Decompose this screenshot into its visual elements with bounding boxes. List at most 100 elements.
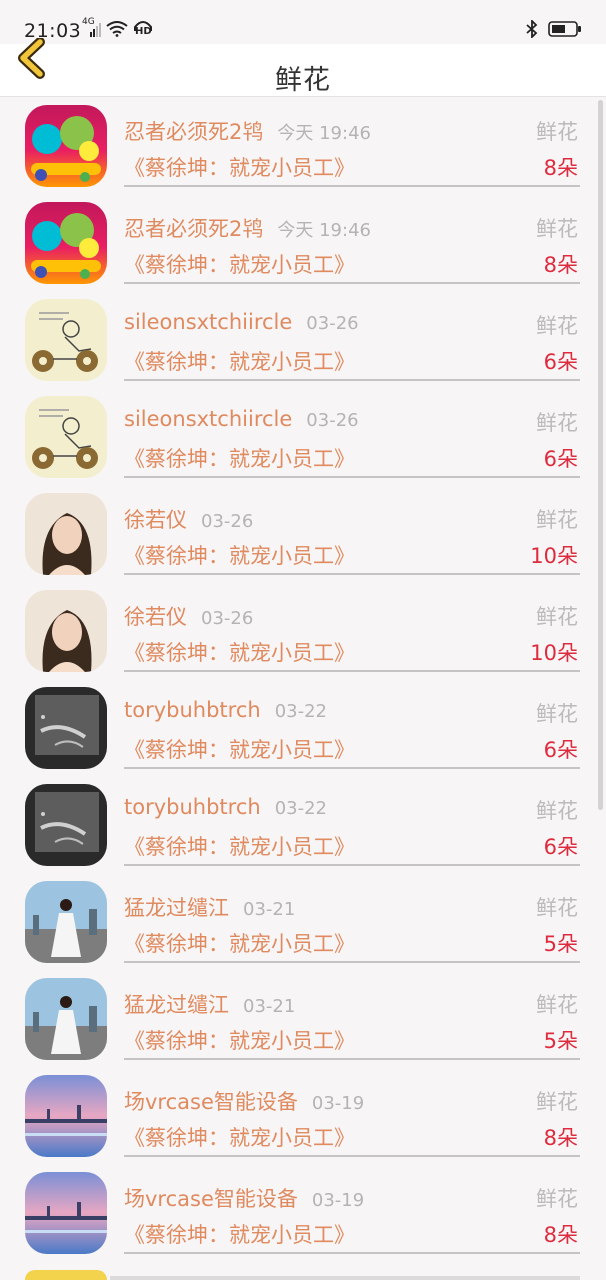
list-item[interactable]: 场vrcase智能设备 03-19 鲜花 《蔡徐坤：就宠小员工》 8朵 <box>0 1165 606 1262</box>
gift-date: 03-22 <box>274 701 327 722</box>
book-title[interactable]: 《蔡徐坤：就宠小员工》 <box>124 152 355 182</box>
user-avatar[interactable] <box>25 299 107 381</box>
book-title[interactable]: 《蔡徐坤：就宠小员工》 <box>124 249 355 279</box>
row-divider <box>124 961 580 963</box>
gift-type: 鲜花 <box>536 411 578 435</box>
user-avatar[interactable] <box>25 493 107 575</box>
user-avatar[interactable] <box>25 1075 107 1157</box>
user-name[interactable]: 猛龙过缱江 03-21 <box>124 892 295 922</box>
gift-type: 鲜花 <box>536 702 578 726</box>
gift-count: 10朵 <box>530 544 578 568</box>
user-name[interactable]: 场vrcase智能设备 03-19 <box>124 1183 364 1213</box>
gift-type: 鲜花 <box>536 993 578 1017</box>
gift-type: 鲜花 <box>536 314 578 338</box>
book-title[interactable]: 《蔡徐坤：就宠小员工》 <box>124 734 355 764</box>
user-name[interactable]: 忍者必须死2鸨 今天 19:46 <box>124 213 371 243</box>
gift-count: 5朵 <box>543 932 578 956</box>
list-item[interactable]: 忍者必须死2鸨 今天 19:46 鲜花 《蔡徐坤：就宠小员工》 8朵 <box>0 98 606 195</box>
hd-label: HD <box>135 26 152 37</box>
status-icons-right <box>526 20 582 38</box>
user-avatar[interactable] <box>25 590 107 672</box>
list-item[interactable]: sileonsxtchiircle 03-26 鲜花 《蔡徐坤：就宠小员工》 6朵 <box>0 292 606 389</box>
user-name[interactable]: torybuhbtrch 03-22 <box>124 698 327 722</box>
gift-type: 鲜花 <box>536 799 578 823</box>
status-icons-left: 4G HD <box>82 17 154 38</box>
gift-record-list: 忍者必须死2鸨 今天 19:46 鲜花 《蔡徐坤：就宠小员工》 8朵 忍者必须死2… <box>0 98 606 1262</box>
gift-type: 鲜花 <box>536 1187 578 1211</box>
book-title[interactable]: 《蔡徐坤：就宠小员工》 <box>124 928 355 958</box>
user-name[interactable]: 场vrcase智能设备 03-19 <box>124 1086 364 1116</box>
book-title[interactable]: 《蔡徐坤：就宠小员工》 <box>124 1025 355 1055</box>
gift-date: 03-26 <box>201 608 254 629</box>
user-name[interactable]: 忍者必须死2鸨 今天 19:46 <box>124 116 371 146</box>
user-name[interactable]: 徐若仪 03-26 <box>124 504 253 534</box>
book-title[interactable]: 《蔡徐坤：就宠小员工》 <box>124 1122 355 1152</box>
list-item[interactable]: 猛龙过缱江 03-21 鲜花 《蔡徐坤：就宠小员工》 5朵 <box>0 971 606 1068</box>
gift-date: 03-21 <box>243 996 296 1017</box>
row-divider <box>124 1058 580 1060</box>
gift-count: 8朵 <box>543 253 578 277</box>
user-avatar[interactable] <box>25 687 107 769</box>
row-divider <box>124 1252 580 1254</box>
gift-date: 03-26 <box>201 511 254 532</box>
gift-type: 鲜花 <box>536 1090 578 1114</box>
user-avatar[interactable] <box>25 396 107 478</box>
gift-count: 6朵 <box>543 835 578 859</box>
gift-type: 鲜花 <box>536 605 578 629</box>
list-item[interactable]: 猛龙过缱江 03-21 鲜花 《蔡徐坤：就宠小员工》 5朵 <box>0 874 606 971</box>
book-title[interactable]: 《蔡徐坤：就宠小员工》 <box>124 637 355 667</box>
user-avatar[interactable] <box>25 202 107 284</box>
user-avatar[interactable] <box>25 1172 107 1254</box>
list-item[interactable]: torybuhbtrch 03-22 鲜花 《蔡徐坤：就宠小员工》 6朵 <box>0 680 606 777</box>
user-name[interactable]: sileonsxtchiircle 03-26 <box>124 407 359 431</box>
row-divider <box>110 1276 580 1280</box>
gift-type: 鲜花 <box>536 217 578 241</box>
gift-date: 03-22 <box>274 798 327 819</box>
gift-count: 8朵 <box>543 156 578 180</box>
bluetooth-icon <box>526 20 538 38</box>
user-avatar[interactable] <box>25 784 107 866</box>
list-item[interactable]: 忍者必须死2鸨 今天 19:46 鲜花 《蔡徐坤：就宠小员工》 8朵 <box>0 195 606 292</box>
signal-icon: 4G <box>82 17 102 37</box>
gift-count: 5朵 <box>543 1029 578 1053</box>
list-item[interactable]: torybuhbtrch 03-22 鲜花 《蔡徐坤：就宠小员工》 6朵 <box>0 777 606 874</box>
user-name[interactable]: 猛龙过缱江 03-21 <box>124 989 295 1019</box>
user-avatar[interactable] <box>25 105 107 187</box>
gift-type: 鲜花 <box>536 896 578 920</box>
gift-date: 03-19 <box>311 1190 365 1211</box>
list-item[interactable]: 徐若仪 03-26 鲜花 《蔡徐坤：就宠小员工》 10朵 <box>0 486 606 583</box>
row-divider <box>124 282 580 284</box>
list-item[interactable]: 场vrcase智能设备 03-19 鲜花 《蔡徐坤：就宠小员工》 8朵 <box>0 1068 606 1165</box>
row-divider <box>124 573 580 575</box>
gift-count: 6朵 <box>543 350 578 374</box>
book-title[interactable]: 《蔡徐坤：就宠小员工》 <box>124 540 355 570</box>
gift-type: 鲜花 <box>536 508 578 532</box>
row-divider <box>124 476 580 478</box>
headset-icon: HD <box>132 20 154 38</box>
gift-count: 6朵 <box>543 738 578 762</box>
user-name[interactable]: sileonsxtchiircle 03-26 <box>124 310 359 334</box>
list-item-partial[interactable] <box>0 1262 606 1280</box>
list-item[interactable]: 徐若仪 03-26 鲜花 《蔡徐坤：就宠小员工》 10朵 <box>0 583 606 680</box>
gift-count: 6朵 <box>543 447 578 471</box>
book-title[interactable]: 《蔡徐坤：就宠小员工》 <box>124 346 355 376</box>
user-avatar[interactable] <box>25 1270 107 1280</box>
book-title[interactable]: 《蔡徐坤：就宠小员工》 <box>124 443 355 473</box>
user-avatar[interactable] <box>25 881 107 963</box>
book-title[interactable]: 《蔡徐坤：就宠小员工》 <box>124 831 355 861</box>
user-avatar[interactable] <box>25 978 107 1060</box>
status-bar: 21:03 4G HD <box>0 0 606 44</box>
row-divider <box>124 379 580 381</box>
row-divider <box>124 1155 580 1157</box>
gift-date: 今天 19:46 <box>277 123 371 144</box>
user-name[interactable]: torybuhbtrch 03-22 <box>124 795 327 819</box>
row-divider <box>124 670 580 672</box>
scrollbar[interactable] <box>598 100 603 810</box>
book-title[interactable]: 《蔡徐坤：就宠小员工》 <box>124 1219 355 1249</box>
gift-date: 03-19 <box>311 1093 365 1114</box>
gift-date: 03-21 <box>243 899 296 920</box>
list-item[interactable]: sileonsxtchiircle 03-26 鲜花 《蔡徐坤：就宠小员工》 6朵 <box>0 389 606 486</box>
top-bar: 鲜花 <box>0 37 606 97</box>
user-name[interactable]: 徐若仪 03-26 <box>124 601 253 631</box>
gift-count: 8朵 <box>543 1223 578 1247</box>
